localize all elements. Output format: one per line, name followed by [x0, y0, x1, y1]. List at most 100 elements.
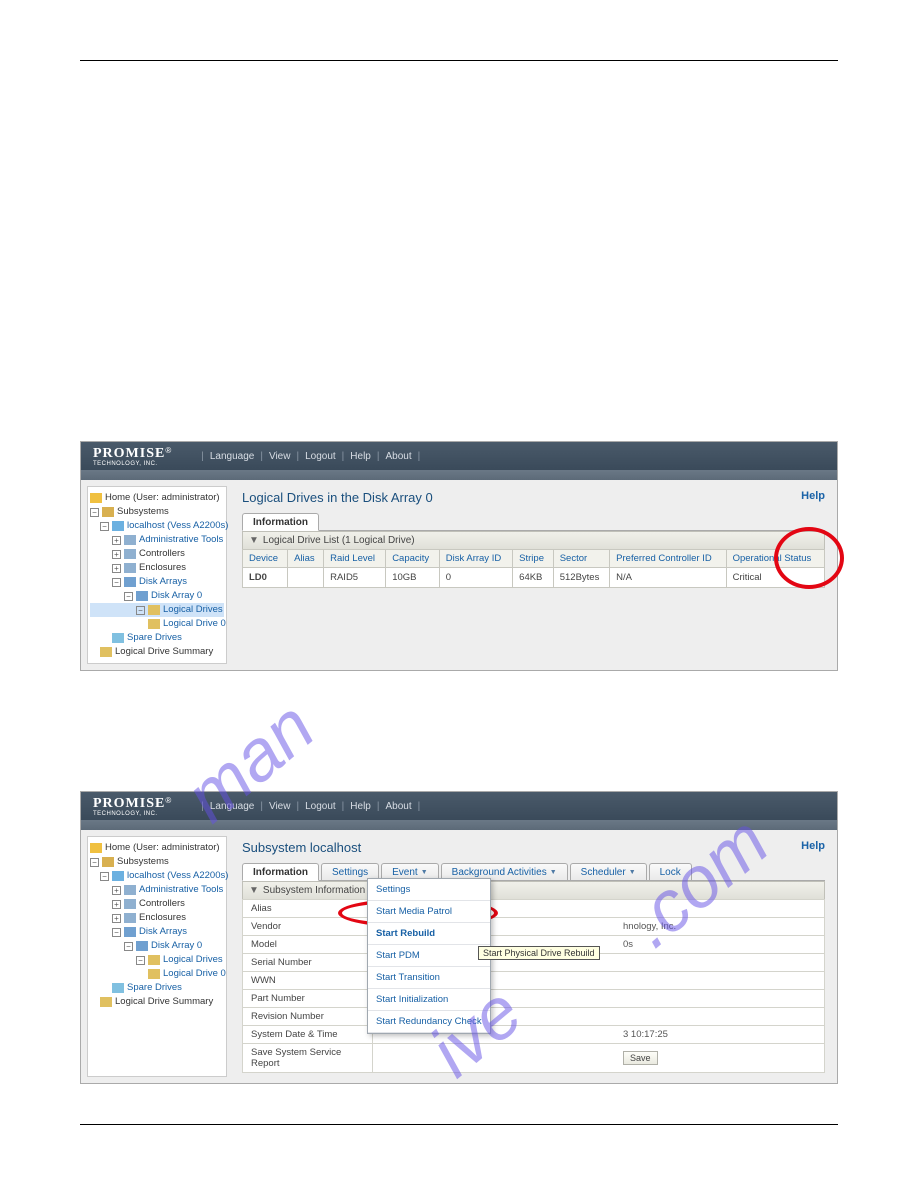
- tree-logical-drives[interactable]: −Logical Drives: [90, 953, 224, 967]
- menu-help[interactable]: Help: [350, 801, 371, 812]
- tree-disk-array-0[interactable]: −Disk Array 0: [90, 589, 224, 603]
- col-raid[interactable]: Raid Level: [324, 550, 386, 568]
- tab-information[interactable]: Information: [242, 513, 319, 531]
- nav-tree: Home (User: administrator) −Subsystems −…: [87, 836, 227, 1077]
- menu-language[interactable]: Language: [210, 801, 255, 812]
- tree-home[interactable]: Home (User: administrator): [90, 491, 224, 505]
- menu-language[interactable]: Language: [210, 451, 255, 462]
- expand-icon[interactable]: +: [112, 564, 121, 573]
- collapse-icon[interactable]: −: [124, 942, 133, 951]
- menu-item-settings[interactable]: Settings: [368, 879, 490, 901]
- menu-about[interactable]: About: [385, 451, 411, 462]
- menu-help[interactable]: Help: [350, 451, 371, 462]
- section-header[interactable]: ▼Subsystem Information: [242, 881, 825, 899]
- menu-item-start-transition[interactable]: Start Transition: [368, 967, 490, 989]
- logical-drive-icon: [148, 969, 160, 979]
- save-button[interactable]: Save: [623, 1051, 658, 1065]
- table-row[interactable]: LD0 RAID5 10GB 0 64KB 512Bytes N/A Criti…: [243, 568, 825, 588]
- tree-logical-drives[interactable]: −Logical Drives: [90, 603, 224, 617]
- tree-subsystems[interactable]: −Subsystems: [90, 855, 224, 869]
- tree-admin-tools[interactable]: +Administrative Tools: [90, 883, 224, 897]
- tree-host[interactable]: −localhost (Vess A2200s): [90, 519, 224, 533]
- expand-icon[interactable]: +: [112, 536, 121, 545]
- col-capacity[interactable]: Capacity: [386, 550, 440, 568]
- tab-information[interactable]: Information: [242, 863, 319, 881]
- menu-view[interactable]: View: [269, 451, 291, 462]
- tree-controllers[interactable]: +Controllers: [90, 547, 224, 561]
- tab-lock[interactable]: Lock: [649, 863, 692, 880]
- col-status[interactable]: Operational Status: [726, 550, 824, 568]
- ld-summary-icon: [100, 997, 112, 1007]
- tree-spare-drives[interactable]: Spare Drives: [90, 981, 224, 995]
- cell-device[interactable]: LD0: [243, 568, 288, 588]
- menu-about[interactable]: About: [385, 801, 411, 812]
- row-vendor: Vendorhnology, Inc.: [243, 918, 825, 936]
- menu-item-start-redundancy-check[interactable]: Start Redundancy Check: [368, 1011, 490, 1033]
- subbar: [81, 470, 837, 480]
- collapse-icon[interactable]: −: [112, 928, 121, 937]
- col-diskarray-id[interactable]: Disk Array ID: [439, 550, 512, 568]
- section-header[interactable]: ▼Logical Drive List (1 Logical Drive): [242, 531, 825, 549]
- help-link[interactable]: Help: [801, 840, 825, 855]
- collapse-icon[interactable]: −: [90, 508, 99, 517]
- col-device[interactable]: Device: [243, 550, 288, 568]
- tree-host[interactable]: −localhost (Vess A2200s): [90, 869, 224, 883]
- menu-view[interactable]: View: [269, 801, 291, 812]
- logical-drive-icon: [148, 619, 160, 629]
- tree-logical-drive-0[interactable]: Logical Drive 0: [90, 617, 224, 631]
- tree-admin-tools[interactable]: +Administrative Tools: [90, 533, 224, 547]
- home-icon: [90, 493, 102, 503]
- menu-item-start-rebuild[interactable]: Start Rebuild: [368, 923, 490, 945]
- nav-tree: Home (User: administrator) −Subsystems −…: [87, 486, 227, 664]
- expand-icon[interactable]: +: [112, 900, 121, 909]
- collapse-icon[interactable]: −: [100, 872, 109, 881]
- logical-drives-icon: [148, 605, 160, 615]
- tree-enclosures[interactable]: +Enclosures: [90, 911, 224, 925]
- triangle-down-icon: ▼: [249, 535, 259, 546]
- tree-disk-arrays[interactable]: −Disk Arrays: [90, 575, 224, 589]
- collapse-icon[interactable]: −: [136, 956, 145, 965]
- collapse-icon[interactable]: −: [90, 858, 99, 867]
- collapse-icon[interactable]: −: [136, 606, 145, 615]
- tree-spare-drives[interactable]: Spare Drives: [90, 631, 224, 645]
- help-link[interactable]: Help: [801, 490, 825, 505]
- collapse-icon[interactable]: −: [100, 522, 109, 531]
- home-icon: [90, 843, 102, 853]
- tree-controllers[interactable]: +Controllers: [90, 897, 224, 911]
- tree-ld-summary[interactable]: Logical Drive Summary: [90, 645, 224, 659]
- tree-logical-drive-0[interactable]: Logical Drive 0: [90, 967, 224, 981]
- background-activities-menu: Settings Start Media Patrol Start Rebuil…: [367, 878, 491, 1034]
- disk-arrays-icon: [124, 577, 136, 587]
- col-sector[interactable]: Sector: [553, 550, 609, 568]
- collapse-icon[interactable]: −: [124, 592, 133, 601]
- tab-bar: Information Settings Event▼ Background A…: [242, 863, 825, 881]
- collapse-icon[interactable]: −: [112, 578, 121, 587]
- tree-subsystems[interactable]: −Subsystems: [90, 505, 224, 519]
- menu-item-start-pdm[interactable]: Start PDM: [368, 945, 490, 967]
- menu-logout[interactable]: Logout: [305, 451, 336, 462]
- topbar: PROMISE® TECHNOLOGY, INC. |Language |Vie…: [81, 442, 837, 470]
- col-alias[interactable]: Alias: [288, 550, 324, 568]
- expand-icon[interactable]: +: [112, 550, 121, 559]
- col-stripe[interactable]: Stripe: [513, 550, 554, 568]
- tree-enclosures[interactable]: +Enclosures: [90, 561, 224, 575]
- cell-ctrl: N/A: [610, 568, 726, 588]
- menu-item-start-initialization[interactable]: Start Initialization: [368, 989, 490, 1011]
- col-controller[interactable]: Preferred Controller ID: [610, 550, 726, 568]
- topbar: PROMISE® TECHNOLOGY, INC. |Language |Vie…: [81, 792, 837, 820]
- chevron-down-icon: ▼: [421, 869, 428, 876]
- expand-icon[interactable]: +: [112, 914, 121, 923]
- expand-icon[interactable]: +: [112, 886, 121, 895]
- menu-logout[interactable]: Logout: [305, 801, 336, 812]
- triangle-down-icon: ▼: [249, 885, 259, 896]
- page-rule-top: [80, 60, 838, 61]
- subbar: [81, 820, 837, 830]
- brand-logo: PROMISE® TECHNOLOGY, INC.: [93, 796, 171, 816]
- tab-scheduler[interactable]: Scheduler▼: [570, 863, 647, 880]
- tree-ld-summary[interactable]: Logical Drive Summary: [90, 995, 224, 1009]
- tree-disk-arrays[interactable]: −Disk Arrays: [90, 925, 224, 939]
- tree-disk-array-0[interactable]: −Disk Array 0: [90, 939, 224, 953]
- top-menu: |Language |View |Logout |Help |About |: [201, 801, 420, 812]
- tree-home[interactable]: Home (User: administrator): [90, 841, 224, 855]
- menu-item-start-media-patrol[interactable]: Start Media Patrol: [368, 901, 490, 923]
